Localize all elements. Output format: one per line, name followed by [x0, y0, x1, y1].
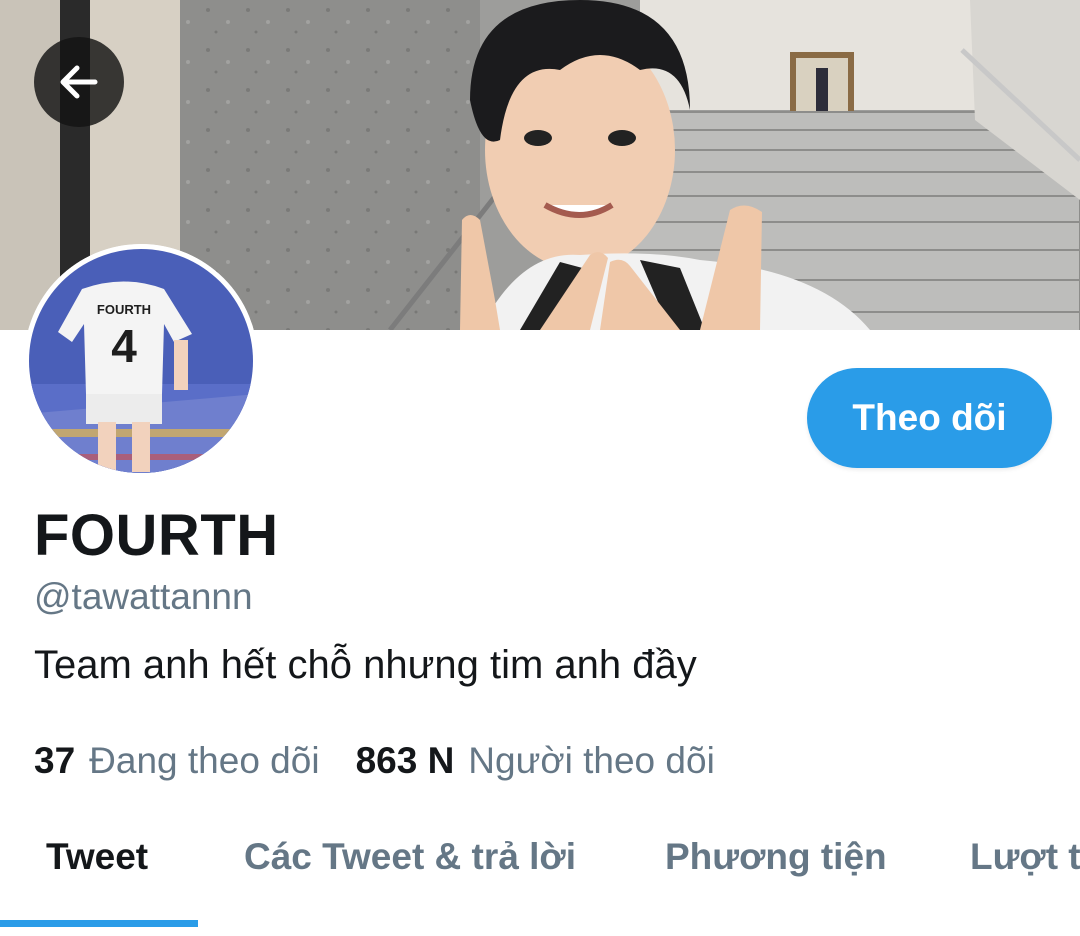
followers-count: 863 N: [355, 740, 455, 781]
avatar-jersey-name: FOURTH: [97, 302, 151, 317]
arrow-left-icon: [60, 65, 98, 99]
profile-tabs: Tweet Các Tweet & trả lời Phương tiện Lư…: [0, 800, 1080, 936]
follow-button[interactable]: Theo dõi: [807, 368, 1052, 468]
profile-stats: 37 Đang theo dõi 863 N Người theo dõi: [34, 740, 715, 782]
avatar-photo: FOURTH 4: [24, 244, 258, 478]
profile-handle: @tawattannn: [34, 576, 253, 617]
tab-tweets[interactable]: Tweet: [46, 836, 148, 878]
following-label: Đang theo dõi: [89, 740, 320, 781]
followers-label: Người theo dõi: [468, 740, 715, 781]
profile-bio: Team anh hết chỗ nhưng tim anh đầy: [34, 643, 697, 687]
profile-display-name: FOURTH: [34, 503, 279, 568]
avatar-jersey-number: 4: [111, 320, 137, 372]
active-tab-indicator: [0, 920, 198, 927]
tab-media[interactable]: Phương tiện: [665, 836, 887, 878]
profile-avatar[interactable]: FOURTH 4: [24, 244, 258, 478]
following-stat[interactable]: 37 Đang theo dõi: [34, 740, 320, 782]
following-count: 37: [34, 740, 76, 781]
back-button[interactable]: [34, 37, 124, 127]
tab-likes[interactable]: Lượt thích: [970, 836, 1080, 878]
tab-tweets-and-replies[interactable]: Các Tweet & trả lời: [244, 836, 576, 878]
followers-stat[interactable]: 863 N Người theo dõi: [356, 740, 715, 782]
